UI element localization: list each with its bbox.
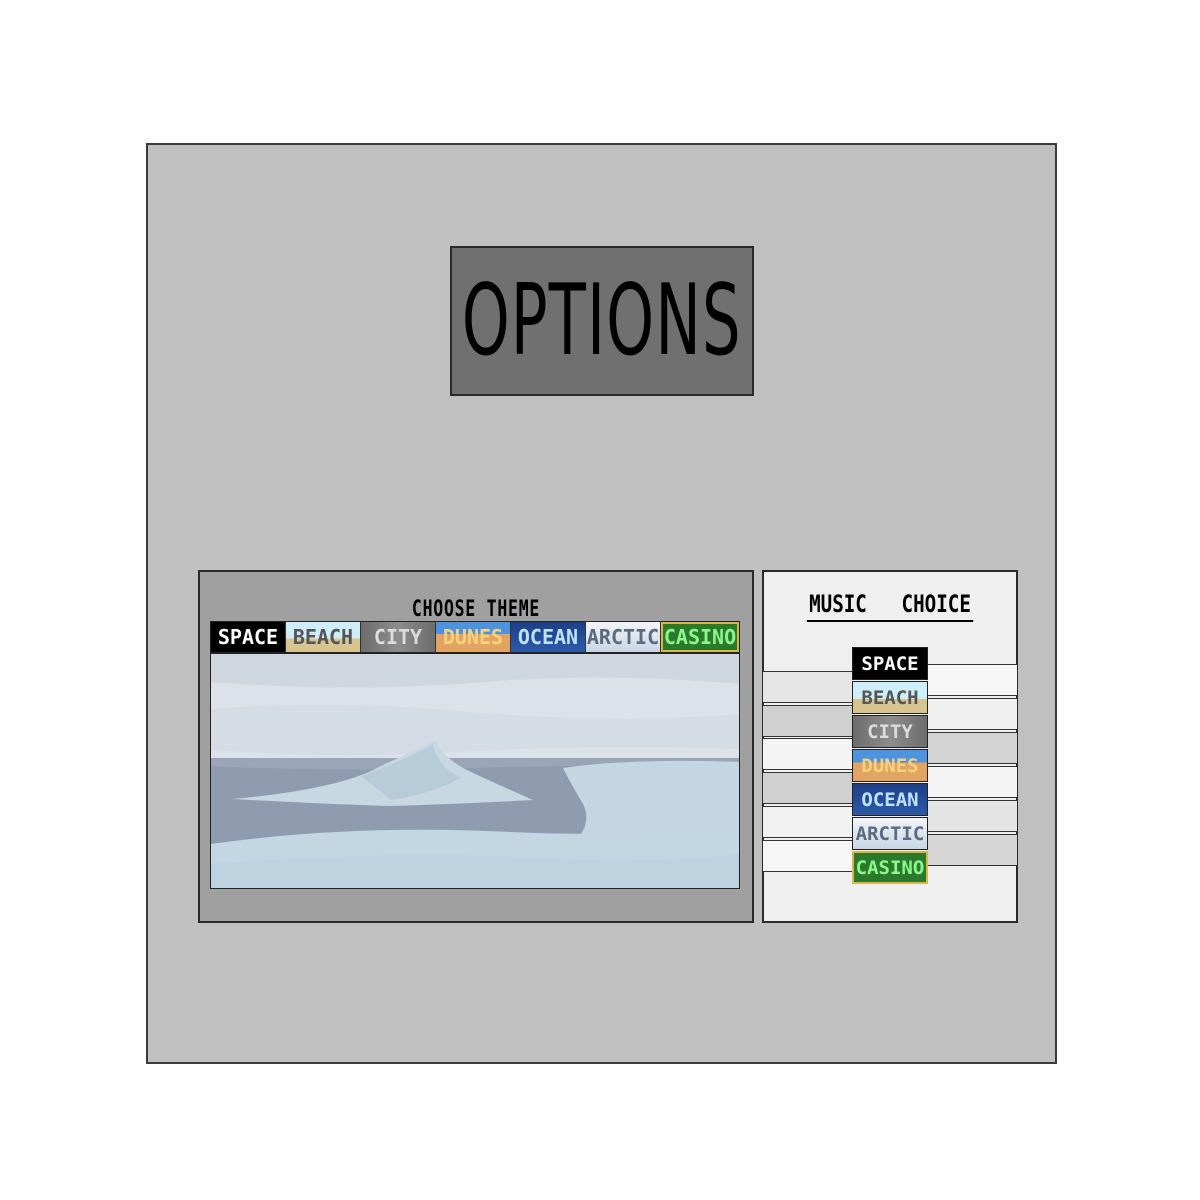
music-choice-label: MUSIC CHOICE [806,590,974,622]
music-row-line [928,664,1017,696]
music-row-line [928,834,1017,866]
music-row-line [763,840,852,872]
music-row-line [928,698,1017,730]
theme-tab-ocean[interactable]: OCEAN [511,622,586,652]
music-row-line [763,705,852,737]
theme-preview [210,653,740,889]
theme-tab-city[interactable]: CITY [361,622,436,652]
arctic-landscape-image [211,654,739,888]
music-option-dunes[interactable]: DUNES [852,749,928,782]
theme-tab-arctic[interactable]: ARCTIC [586,622,661,652]
music-option-ocean[interactable]: OCEAN [852,783,928,816]
music-option-arctic[interactable]: ARCTIC [852,817,928,850]
music-row-line [928,732,1017,764]
music-option-city[interactable]: CITY [852,715,928,748]
page-title: OPTIONS [461,264,743,378]
theme-tab-casino[interactable]: CASINO [661,622,739,652]
theme-tab-dunes[interactable]: DUNES [436,622,511,652]
music-option-casino[interactable]: CASINO [852,851,928,884]
options-title-box: OPTIONS [450,246,754,396]
music-row-line [928,766,1017,798]
choose-theme-label: CHOOSE THEME [411,597,541,622]
music-row-line [763,772,852,804]
theme-tab-bar: SPACE BEACH CITY DUNES OCEAN ARCTIC CASI… [210,621,740,653]
theme-tab-space[interactable]: SPACE [211,622,286,652]
theme-tab-beach[interactable]: BEACH [286,622,361,652]
music-row-line [763,806,852,838]
music-option-space[interactable]: SPACE [852,647,928,680]
music-row-line [763,671,852,703]
music-row-line [928,800,1017,832]
music-option-beach[interactable]: BEACH [852,681,928,714]
music-row-line [763,738,852,770]
